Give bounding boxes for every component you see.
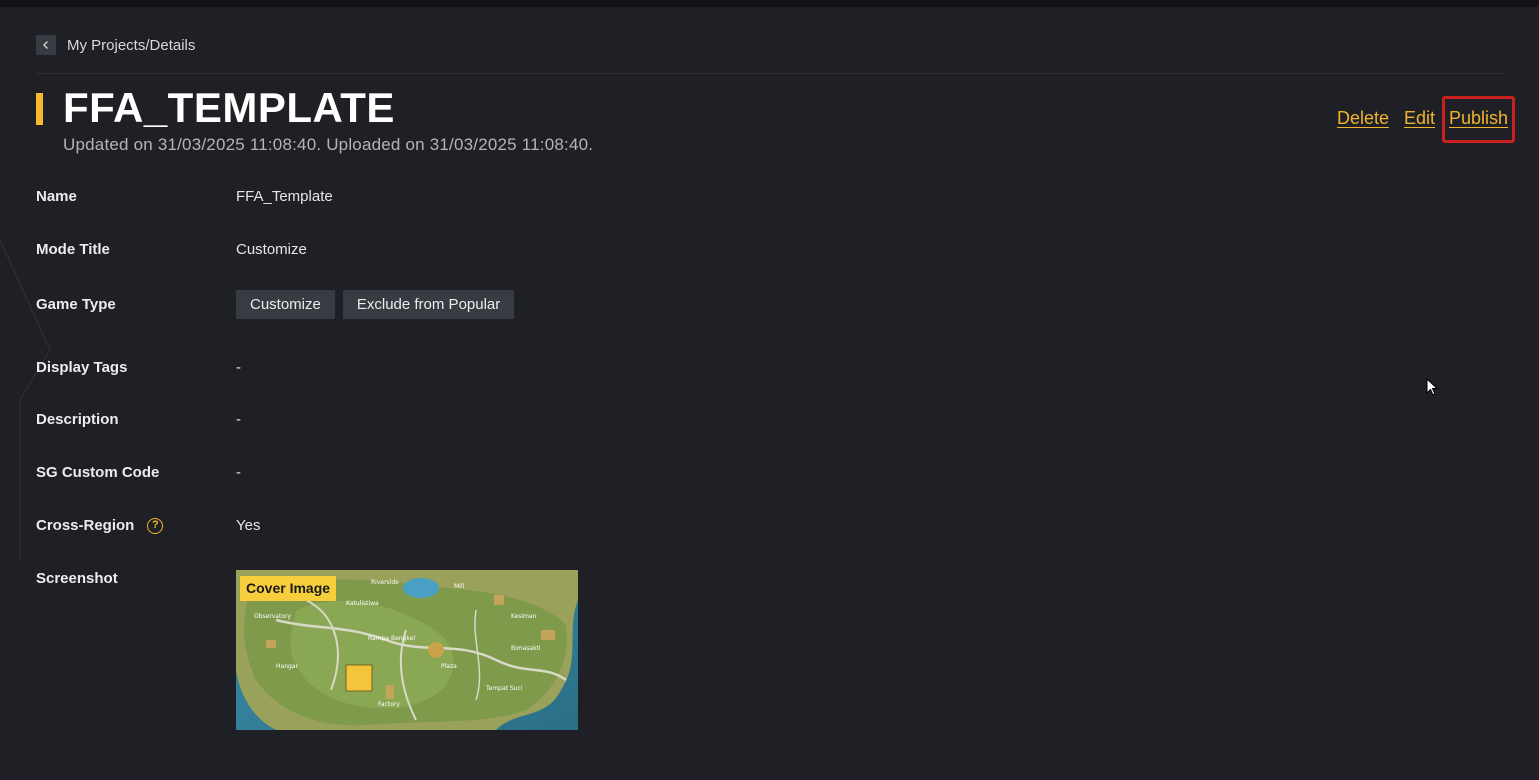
svg-text:Bimasakti: Bimasakti — [511, 645, 541, 652]
description-value: - — [236, 411, 241, 428]
delete-link[interactable]: Delete — [1337, 104, 1389, 132]
detail-row-screenshot: Screenshot — [36, 570, 236, 587]
chevron-left-icon — [43, 41, 48, 49]
svg-text:Factory: Factory — [378, 701, 400, 708]
svg-text:Tempat Suci: Tempat Suci — [485, 685, 523, 692]
game-type-label: Game Type — [36, 296, 116, 313]
name-value: FFA_Template — [236, 188, 333, 205]
svg-text:Mill: Mill — [454, 583, 465, 590]
detail-row-display-tags: Display Tags - — [36, 359, 241, 376]
action-links: Delete Edit Publish — [0, 104, 1539, 134]
detail-row-sg-custom-code: SG Custom Code - — [36, 464, 241, 481]
svg-text:Katulistiwa: Katulistiwa — [346, 600, 379, 607]
svg-text:Rampa Bengkel: Rampa Bengkel — [368, 635, 415, 642]
cross-region-label: Cross-Region — [36, 517, 135, 534]
cover-image-badge: Cover Image — [240, 576, 337, 601]
cover-image-thumbnail[interactable]: Riverside Mill Katulistiwa Observatory K… — [236, 570, 578, 730]
game-type-tag: Exclude from Popular — [342, 290, 515, 319]
edit-link[interactable]: Edit — [1404, 104, 1435, 132]
svg-text:Plaza: Plaza — [441, 663, 457, 670]
cross-region-value: Yes — [236, 517, 261, 534]
sg-custom-code-value: - — [236, 464, 241, 481]
breadcrumb: My Projects/Details — [36, 35, 195, 55]
publish-highlight-box — [1442, 96, 1515, 143]
breadcrumb-text: My Projects/Details — [67, 36, 196, 54]
screenshot-label: Screenshot — [36, 570, 118, 587]
detail-row-name: Name FFA_Template — [36, 188, 333, 205]
mode-title-value: Customize — [236, 241, 307, 258]
mode-title-label: Mode Title — [36, 241, 110, 258]
display-tags-label: Display Tags — [36, 359, 128, 376]
svg-text:Kesiman: Kesiman — [511, 613, 537, 620]
detail-row-cross-region: Cross-Region ? Yes — [36, 517, 260, 534]
name-label: Name — [36, 188, 77, 205]
mouse-cursor-icon — [1426, 378, 1438, 396]
svg-text:Hangar: Hangar — [276, 663, 298, 670]
display-tags-value: - — [236, 359, 241, 376]
detail-row-game-type: Game Type Customize Exclude from Popular — [36, 290, 522, 319]
svg-text:Observatory: Observatory — [254, 613, 292, 620]
description-label: Description — [36, 411, 119, 428]
back-button[interactable] — [36, 35, 56, 55]
header-divider — [36, 73, 1506, 74]
background-decoration — [0, 240, 51, 560]
game-type-tag: Customize — [236, 290, 335, 319]
top-bar — [0, 0, 1539, 7]
sg-custom-code-label: SG Custom Code — [36, 464, 160, 481]
svg-text:Riverside: Riverside — [371, 579, 399, 586]
game-type-tags: Customize Exclude from Popular — [236, 290, 522, 319]
question-circle-icon[interactable]: ? — [147, 517, 164, 534]
detail-row-mode-title: Mode Title Customize — [36, 241, 307, 258]
page-subtitle: Updated on 31/03/2025 11:08:40. Uploaded… — [63, 135, 594, 154]
detail-row-description: Description - — [36, 411, 241, 428]
